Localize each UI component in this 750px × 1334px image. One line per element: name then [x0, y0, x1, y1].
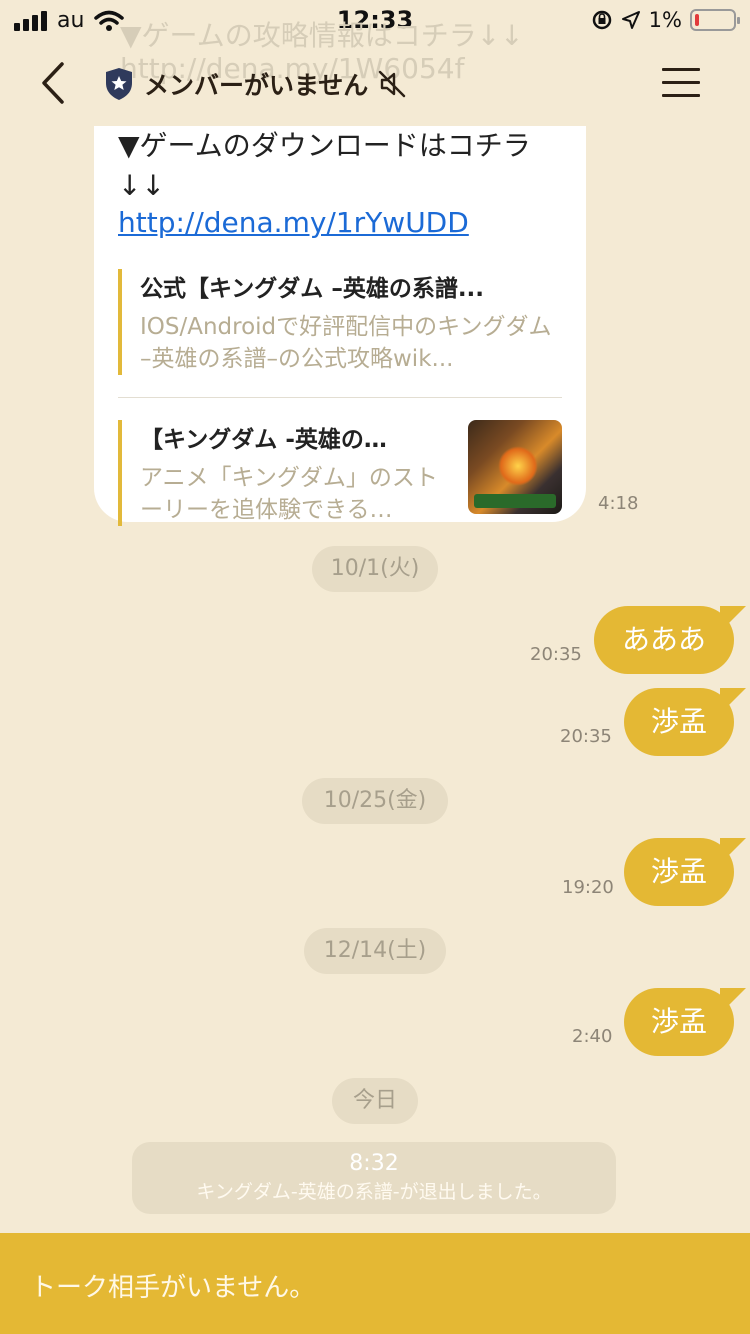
chat-title[interactable]: メンバーがいません	[104, 66, 408, 102]
system-notice-time: 8:32	[349, 1151, 399, 1176]
message-text: ▼ゲームのダウンロードはコチラ↓↓	[118, 129, 531, 202]
date-separator: 12/14(土)	[304, 928, 446, 974]
date-separator: 今日	[332, 1078, 418, 1124]
chat-name: メンバーがいません	[144, 71, 369, 100]
no-member-notice: トーク相手がいません。	[30, 1273, 316, 1303]
message-timestamp: 4:18	[598, 493, 639, 514]
message-timestamp: 20:35	[560, 726, 612, 747]
sent-message-bubble[interactable]: 渉孟	[624, 838, 734, 906]
battery-icon	[690, 9, 740, 31]
mute-speaker-icon	[379, 70, 406, 98]
card-description: IOS/Androidで好評配信中のキングダム –英雄の系譜–の公式攻略wik.…	[140, 314, 552, 372]
received-message-bubble[interactable]: ▼ゲームのダウンロードはコチラ↓↓ http://dena.my/1rYwUDD…	[94, 126, 586, 526]
back-chevron-icon	[42, 62, 64, 104]
location-arrow-icon	[621, 11, 640, 29]
back-button[interactable]	[30, 58, 74, 108]
date-separator: 10/25(金)	[302, 778, 448, 824]
message-timestamp: 19:20	[562, 877, 614, 898]
link-preview-card[interactable]: 【キングダム -英雄の… アニメ「キングダム」のストーリーを追体験できる…	[118, 420, 562, 526]
sent-message-bubble[interactable]: 渉孟	[624, 688, 734, 756]
battery-percent: 1%	[648, 8, 682, 32]
message-link[interactable]: http://dena.my/1rYwUDD	[118, 206, 469, 239]
message-timestamp: 20:35	[530, 644, 582, 665]
card-title: 公式【キングダム –英雄の系譜...	[140, 276, 485, 302]
sent-message-bubble[interactable]: あああ	[594, 606, 734, 674]
system-notice: 8:32 キングダム-英雄の系譜-が退出しました。	[132, 1142, 616, 1214]
link-preview-card[interactable]: 公式【キングダム –英雄の系譜... IOS/Androidで好評配信中のキング…	[118, 269, 562, 375]
date-separator: 10/1(火)	[312, 546, 438, 592]
menu-button[interactable]	[662, 68, 700, 100]
message-timestamp: 2:40	[572, 1026, 613, 1047]
card-description: アニメ「キングダム」のストーリーを追体験できる…	[140, 465, 438, 523]
input-disabled-bar: トーク相手がいません。	[0, 1233, 750, 1334]
shield-star-icon	[106, 68, 132, 100]
card-divider	[118, 397, 562, 398]
sent-message-bubble[interactable]: 渉孟	[624, 988, 734, 1056]
system-notice-text: キングダム-英雄の系譜-が退出しました。	[196, 1181, 552, 1203]
card-thumbnail	[468, 420, 562, 514]
card-title: 【キングダム -英雄の…	[140, 427, 387, 453]
chat-header: メンバーがいません	[0, 40, 750, 130]
